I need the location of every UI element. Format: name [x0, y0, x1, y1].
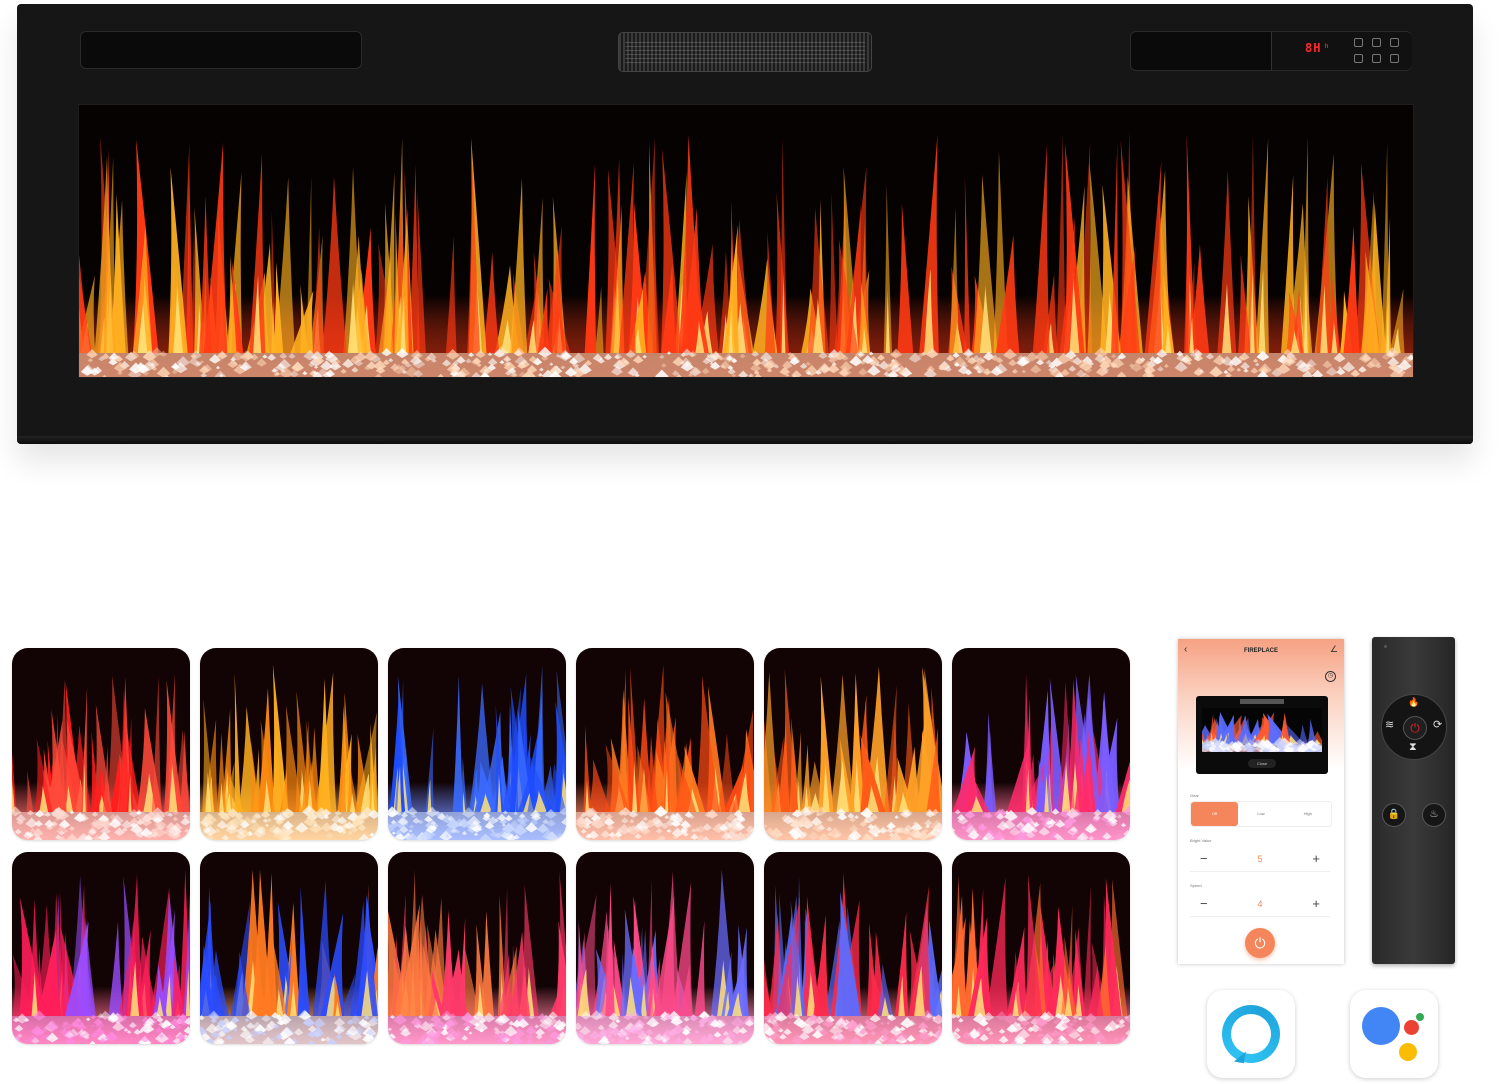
flame-preview: [388, 852, 566, 1044]
google-dot-green: [1416, 1013, 1424, 1021]
speed-label: Speed: [1190, 883, 1202, 888]
gear-option-off[interactable]: Off: [1191, 802, 1238, 826]
bright-plus-button[interactable]: +: [1312, 851, 1320, 866]
left-vent: [80, 31, 362, 69]
control-panel: 8H h: [1130, 31, 1412, 71]
flame-color-option: [952, 648, 1130, 840]
flame-preview: [12, 648, 190, 840]
flame-preview: [200, 648, 378, 840]
preview-chip[interactable]: Close: [1248, 759, 1276, 768]
flame-preview: [764, 648, 942, 840]
google-dot-red: [1404, 1020, 1419, 1035]
flame-color-option: [388, 648, 566, 840]
led-display: 8H: [1305, 41, 1322, 55]
gear-selector: Off Low High: [1190, 801, 1332, 827]
heater-vent: [618, 32, 872, 72]
flame-display: [79, 105, 1413, 377]
panel-button[interactable]: [1390, 38, 1399, 47]
control-panel-buttons: 8H h: [1271, 32, 1412, 70]
flame-color-option: [576, 648, 754, 840]
flame-preview: [952, 648, 1130, 840]
google-assistant-icon: [1350, 990, 1438, 1078]
flame-preview: [12, 852, 190, 1044]
preview-flames: [1202, 708, 1322, 752]
remote-dpad: 🔥 ≋ ⏻ ⟳ ⧗: [1381, 694, 1447, 760]
speed-value: 4: [1257, 899, 1263, 909]
fireplace-base: [17, 436, 1473, 444]
flame-preview: [388, 648, 566, 840]
flame-window: [78, 104, 1414, 378]
flame-preview: [576, 648, 754, 840]
speed-stepper: − 4 +: [1190, 892, 1330, 917]
flame-color-option: [764, 648, 942, 840]
led-unit: h: [1325, 44, 1329, 50]
flame-color-option: [200, 852, 378, 1044]
flame-icon[interactable]: 🔥: [1408, 697, 1419, 708]
light-icon[interactable]: ⟳: [1433, 718, 1442, 731]
remote-control: 🔥 ≋ ⏻ ⟳ ⧗ 🔒 ♨: [1372, 637, 1455, 964]
alexa-icon: [1207, 990, 1295, 1078]
power-button[interactable]: ⏻: [1245, 928, 1275, 958]
edit-icon[interactable]: ∠: [1330, 644, 1338, 655]
flame-preview: [200, 852, 378, 1044]
flame-color-option: [12, 648, 190, 840]
panel-button[interactable]: [1354, 54, 1363, 63]
timer-icon[interactable]: ◷: [1325, 671, 1336, 682]
fireplace-preview: Close: [1196, 696, 1328, 774]
timer-icon[interactable]: ⧗: [1409, 741, 1417, 754]
flame-preview: [764, 852, 942, 1044]
bright-value: 5: [1257, 854, 1263, 864]
flame-color-option: [764, 852, 942, 1044]
alexa-tail: [1228, 1048, 1246, 1064]
fire-mode-button[interactable]: ♨: [1422, 803, 1446, 827]
electric-fireplace: 8H h: [17, 4, 1473, 444]
gear-option-high[interactable]: High: [1284, 802, 1331, 826]
heat-icon[interactable]: ≋: [1385, 718, 1394, 731]
panel-button[interactable]: [1354, 38, 1363, 47]
gear-label: Gear: [1190, 793, 1199, 798]
ir-dot: [1384, 645, 1387, 648]
app-title: FIREPLACE: [1243, 648, 1278, 654]
panel-button[interactable]: [1390, 54, 1399, 63]
flame-preview: [952, 852, 1130, 1044]
remote-power-button[interactable]: ⏻: [1403, 716, 1427, 740]
google-dot-yellow: [1399, 1043, 1417, 1061]
flame-color-option: [952, 852, 1130, 1044]
panel-button[interactable]: [1372, 54, 1381, 63]
lock-button[interactable]: 🔒: [1382, 803, 1406, 827]
flame-color-option: [388, 852, 566, 1044]
flame-color-option: [12, 852, 190, 1044]
flame-preview: [576, 852, 754, 1044]
flame-color-option: [576, 852, 754, 1044]
speed-plus-button[interactable]: +: [1312, 896, 1320, 911]
panel-button[interactable]: [1372, 38, 1381, 47]
smartphone-app: ‹ FIREPLACE ∠ ◷ Close Gear Off Low High …: [1178, 639, 1344, 964]
brightness-stepper: − 5 +: [1190, 847, 1330, 872]
bright-label: Bright Value: [1190, 838, 1212, 843]
preview-vent: [1240, 699, 1284, 704]
gear-option-low[interactable]: Low: [1238, 802, 1285, 826]
google-dot-blue: [1362, 1007, 1400, 1045]
flame-color-grid: [12, 648, 1130, 1044]
flame-color-option: [200, 648, 378, 840]
